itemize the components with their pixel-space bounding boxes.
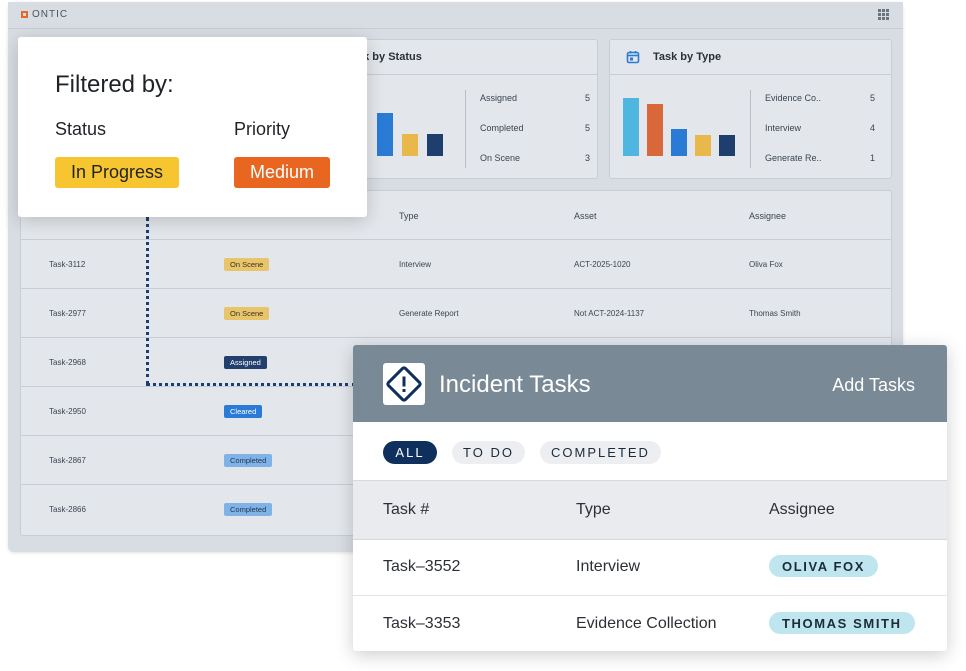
incident-icon <box>383 363 425 405</box>
incident-tasks-panel: Incident Tasks Add Tasks ALL TO DO COMPL… <box>353 345 947 651</box>
task-id: Task-2866 <box>49 505 86 514</box>
tab-completed[interactable]: COMPLETED <box>540 441 661 464</box>
status-badge: Completed <box>224 454 273 467</box>
filter-popover: Filtered by: Status Priority In Progress… <box>18 37 367 217</box>
status-badge: Cleared <box>224 405 263 418</box>
table-row[interactable]: Task-3112 On Scene Interview ACT-2025-10… <box>21 239 891 289</box>
legend-row: Completed 5 <box>480 123 590 133</box>
table-row[interactable]: Task–3552 Interview OLIVA FOX <box>353 539 947 596</box>
task-assignee: Thomas Smith <box>749 309 801 318</box>
task-id: Task-2968 <box>49 358 86 367</box>
status-badge: Assigned <box>224 356 267 369</box>
status-bar-assigned <box>377 113 393 156</box>
type-bar-chart <box>623 98 735 156</box>
type-bar-interview <box>647 104 663 156</box>
panel-table-header: Task # Type Assignee <box>353 480 947 540</box>
task-assignee: Oliva Fox <box>749 260 783 269</box>
task-asset: Not ACT-2024-1137 <box>574 309 645 318</box>
legend-row: On Scene 3 <box>480 153 590 163</box>
column-header-asset[interactable]: Asset <box>574 211 597 221</box>
task-type: Interview <box>576 558 641 575</box>
status-bar-chart <box>377 113 443 156</box>
brand-logo[interactable]: ONTIC <box>21 9 68 20</box>
type-bar-other <box>695 135 711 156</box>
type-legend: Evidence Co.. 5 Interview 4 Generate Re.. 1 <box>750 90 875 168</box>
connector-line-horizontal <box>146 383 356 386</box>
legend-row: Generate Re.. 1 <box>765 153 875 163</box>
column-header-task[interactable]: Task # <box>383 501 429 519</box>
column-header-assignee[interactable]: Assignee <box>769 501 835 519</box>
priority-filter-chip[interactable]: Medium <box>234 157 330 188</box>
task-id: Task-3112 <box>49 260 86 269</box>
status-filter-chip[interactable]: In Progress <box>55 157 179 188</box>
task-id: Task-2867 <box>49 456 86 465</box>
brand-mark-icon <box>21 11 28 18</box>
type-card-header: Task by Type <box>610 40 891 75</box>
type-bar-generate <box>671 129 687 156</box>
priority-filter-label: Priority <box>234 119 291 139</box>
brand-name: ONTIC <box>32 9 69 20</box>
legend-row: Assigned 5 <box>480 93 590 103</box>
task-id: Task-2977 <box>49 309 86 318</box>
task-type: Evidence Collection <box>576 615 717 632</box>
type-card-title: Task by Type <box>653 51 722 63</box>
status-badge: On Scene <box>224 307 270 320</box>
status-badge: Completed <box>224 503 273 516</box>
column-header-type[interactable]: Type <box>576 501 611 519</box>
task-type: Interview <box>399 260 432 269</box>
panel-header: Incident Tasks Add Tasks <box>353 345 947 422</box>
status-bar-on-scene <box>427 134 443 156</box>
type-card: Task by Type Evidence Co.. 5 Interview 4 G… <box>609 39 892 179</box>
task-type: Generate Report <box>399 309 459 318</box>
apps-grid-icon[interactable] <box>878 9 889 20</box>
status-filter-label: Status <box>55 119 107 139</box>
task-id: Task–3552 <box>383 558 461 575</box>
tab-all[interactable]: ALL <box>383 441 437 464</box>
type-bar-other-2 <box>719 135 735 156</box>
filter-title: Filtered by: <box>55 71 174 98</box>
legend-row: Evidence Co.. 5 <box>765 93 875 103</box>
task-id: Task–3353 <box>383 615 461 632</box>
table-row[interactable]: Task–3353 Evidence Collection THOMAS SMI… <box>353 596 947 651</box>
column-header-type[interactable]: Type <box>399 211 419 221</box>
assignee-pill[interactable]: THOMAS SMITH <box>769 612 915 634</box>
top-bar: ONTIC <box>8 2 903 29</box>
status-legend: Assigned 5 Completed 5 On Scene 3 <box>465 90 590 168</box>
type-bar-evidence <box>623 98 639 156</box>
add-tasks-button[interactable]: Add Tasks <box>832 375 915 396</box>
assignee-pill[interactable]: OLIVA FOX <box>769 555 879 577</box>
column-header-assignee[interactable]: Assignee <box>749 211 786 221</box>
task-asset: ACT-2025-1020 <box>574 260 631 269</box>
task-id: Task-2950 <box>49 407 86 416</box>
table-row[interactable]: Task-2977 On Scene Generate Report Not A… <box>21 288 891 338</box>
status-bar-completed <box>402 134 418 156</box>
status-badge: On Scene <box>224 258 270 271</box>
tab-to-do[interactable]: TO DO <box>452 441 525 464</box>
connector-line-vertical <box>146 217 149 385</box>
legend-row: Interview 4 <box>765 123 875 133</box>
panel-title: Incident Tasks <box>439 371 591 398</box>
calendar-icon <box>626 51 640 64</box>
